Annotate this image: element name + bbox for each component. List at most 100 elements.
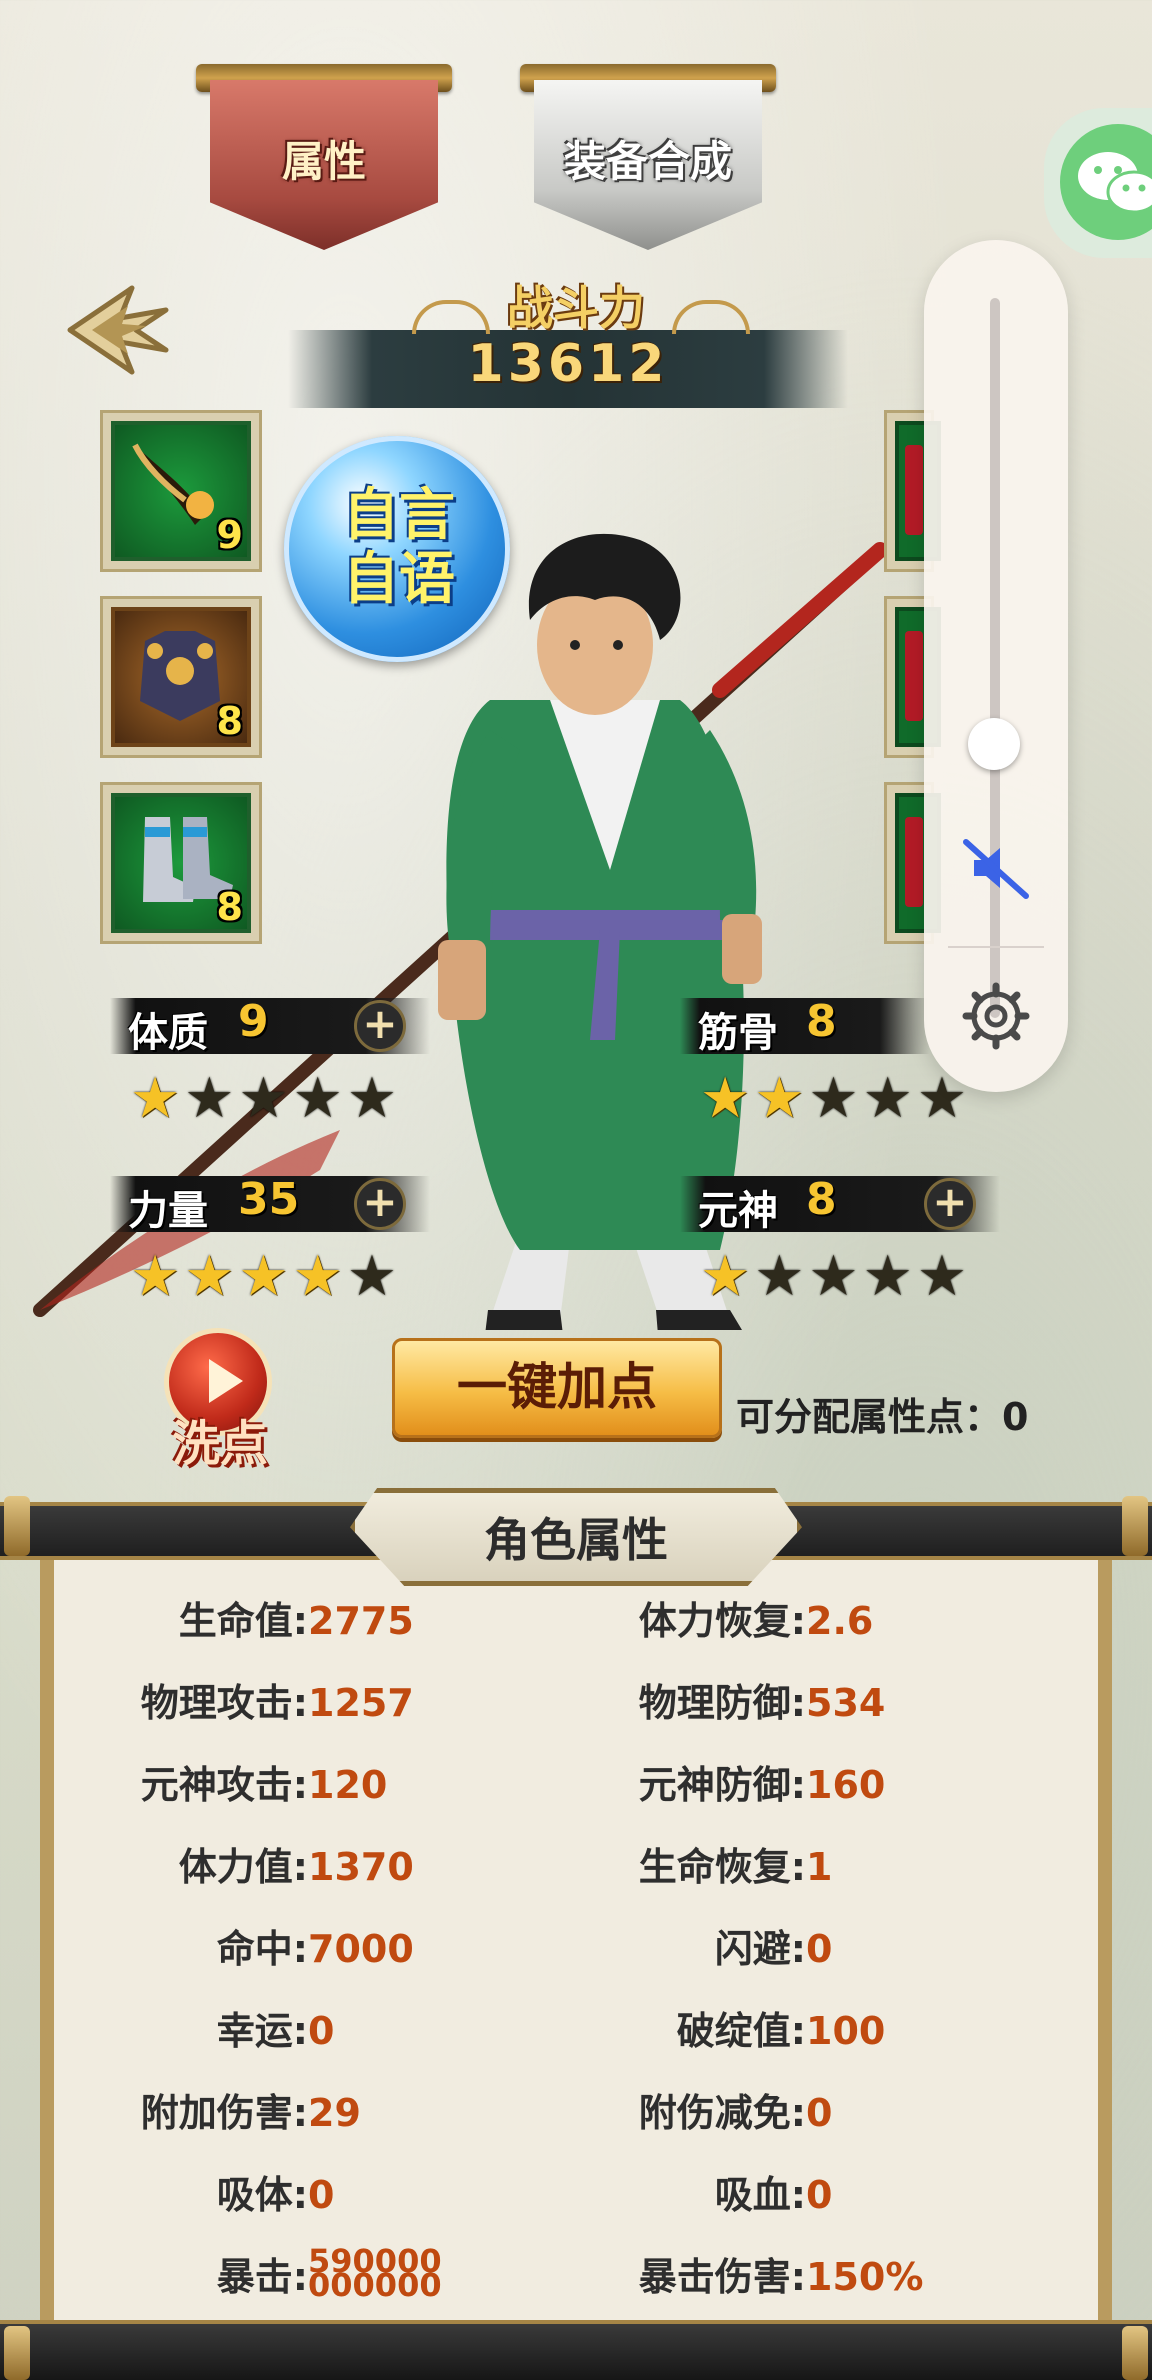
attr-name-bones: 筋骨 — [698, 1010, 778, 1056]
self-talk-button[interactable]: 自言 自语 — [284, 436, 510, 662]
star-filled: ★ — [700, 1066, 751, 1131]
stat-label: 物理攻击: — [140, 1681, 308, 1725]
back-arrow-icon — [67, 285, 169, 375]
stat-label: 吸血: — [714, 2173, 806, 2217]
star-filled: ★ — [700, 1244, 751, 1309]
star-empty: ★ — [238, 1066, 289, 1131]
stat-label: 幸运: — [216, 2009, 308, 2053]
star-empty: ★ — [184, 1066, 235, 1131]
star-empty: ★ — [808, 1066, 859, 1131]
star-filled: ★ — [292, 1244, 343, 1309]
settings-button[interactable] — [962, 982, 1030, 1050]
free-points-value: 0 — [1002, 1395, 1029, 1439]
item-level: 8 — [216, 885, 243, 929]
stat-label: 命中: — [216, 1927, 308, 1971]
stat-label: 体力恢复: — [638, 1599, 806, 1643]
attr-name-strength: 力量 — [128, 1188, 208, 1234]
stat-row: 附加伤害:29 — [128, 2082, 361, 2137]
equip-slot-weapon[interactable]: 9 — [100, 410, 262, 572]
star-filled: ★ — [130, 1244, 181, 1309]
stat-row: 生命恢复:1 — [626, 1836, 833, 1891]
stat-row: 破绽值:100 — [626, 2000, 886, 2055]
stat-label: 暴击伤害: — [638, 2255, 806, 2299]
attr-value-constitution: 9 — [238, 996, 269, 1047]
wechat-button[interactable] — [1044, 108, 1152, 258]
star-empty: ★ — [346, 1244, 398, 1309]
free-points: 可分配属性点：0 — [736, 1386, 1028, 1441]
stat-value: 2.6 — [806, 1599, 874, 1643]
reset-points-label: 洗点 — [171, 1416, 268, 1472]
stat-row: 物理防御:534 — [626, 1672, 886, 1727]
back-button[interactable] — [62, 280, 172, 380]
weapon-item-icon: 9 — [111, 421, 251, 561]
attr-value-strength: 35 — [238, 1174, 300, 1225]
star-filled: ★ — [754, 1066, 805, 1131]
tab-equipment-synthesis[interactable]: 装备合成 — [520, 64, 776, 250]
stat-label: 元神攻击: — [140, 1763, 308, 1807]
stars-spirit: ★ ★ ★ ★ ★ — [700, 1248, 967, 1306]
stat-row: 吸血:0 — [626, 2164, 833, 2219]
stat-label: 生命恢复: — [638, 1845, 806, 1889]
stat-row: 体力恢复:2.6 — [626, 1590, 874, 1645]
stat-row: 元神攻击:120 — [128, 1754, 388, 1809]
tab-equipment-synthesis-label: 装备合成 — [563, 137, 732, 186]
volume-slider-track[interactable] — [990, 298, 1000, 1018]
stat-value: 150% — [806, 2255, 924, 2299]
stat-row: 闪避:0 — [626, 1918, 833, 1973]
stat-row: 附伤减免:0 — [626, 2082, 833, 2137]
mute-button[interactable] — [960, 832, 1032, 904]
one-key-allocate-button[interactable]: 一键加点 — [392, 1338, 722, 1438]
star-empty: ★ — [346, 1066, 398, 1131]
stat-row: 幸运:0 — [128, 2000, 335, 2055]
self-talk-line2: 自语 — [343, 547, 455, 612]
add-strength-button[interactable]: + — [354, 1178, 406, 1230]
stat-row: 生命值:2775 — [128, 1590, 414, 1645]
self-talk-label: 自言 自语 — [314, 484, 484, 612]
stars-constitution: ★ ★ ★ ★ ★ — [130, 1070, 397, 1128]
stat-value: 1 — [806, 1845, 833, 1889]
stat-label: 附伤减免: — [638, 2091, 806, 2135]
stat-row: 吸体:0 — [128, 2164, 335, 2219]
reset-points-button[interactable]: 洗点 — [160, 1328, 280, 1472]
equip-slot-armor[interactable]: 8 — [100, 596, 262, 758]
stat-value: 0 — [308, 2009, 335, 2053]
panel-cap — [1122, 1496, 1148, 1556]
stat-label: 物理防御: — [638, 1681, 806, 1725]
wechat-icon — [1060, 124, 1152, 240]
stat-label: 附加伤害: — [140, 2091, 308, 2135]
stat-label: 生命值: — [178, 1599, 308, 1643]
star-empty: ★ — [862, 1244, 913, 1309]
stats-panel-title: 角色属性 — [484, 1513, 668, 1567]
add-constitution-button[interactable]: + — [354, 1000, 406, 1052]
add-spirit-button[interactable]: + — [924, 1178, 976, 1230]
settings-gear-icon — [962, 982, 1030, 1050]
stat-value: 100 — [806, 2009, 886, 2053]
star-empty: ★ — [754, 1244, 805, 1309]
stat-label: 吸体: — [216, 2173, 308, 2217]
mute-icon — [963, 839, 1029, 899]
stat-value: 1257 — [308, 1681, 414, 1725]
stat-value: 0 — [806, 2173, 833, 2217]
stat-value-overflow: 000000 — [308, 2266, 442, 2304]
tab-attributes[interactable]: 属性 — [196, 64, 452, 250]
item-level: 8 — [216, 699, 243, 743]
stat-value: 0 — [806, 1927, 833, 1971]
combat-power-title: 战斗力 — [507, 281, 645, 335]
stat-label: 闪避: — [714, 1927, 806, 1971]
stat-value: 1370 — [308, 1845, 414, 1889]
stat-label: 破绽值: — [676, 2009, 806, 2053]
attr-name-spirit: 元神 — [698, 1188, 778, 1234]
free-points-label: 可分配属性点： — [736, 1395, 1003, 1439]
volume-slider-knob[interactable] — [968, 718, 1020, 771]
stat-label: 体力值: — [178, 1845, 308, 1889]
boots-item-icon: 8 — [111, 793, 251, 933]
stat-value: 534 — [806, 1681, 886, 1725]
star-empty: ★ — [808, 1244, 859, 1309]
equip-slot-boots[interactable]: 8 — [100, 782, 262, 944]
panel-cap — [4, 2326, 30, 2380]
self-talk-line1: 自言 — [343, 483, 455, 548]
stat-value: 160 — [806, 1763, 886, 1807]
stat-row: 命中:7000 — [128, 1918, 414, 1973]
star-empty: ★ — [916, 1244, 968, 1309]
stat-value: 29 — [308, 2091, 361, 2135]
